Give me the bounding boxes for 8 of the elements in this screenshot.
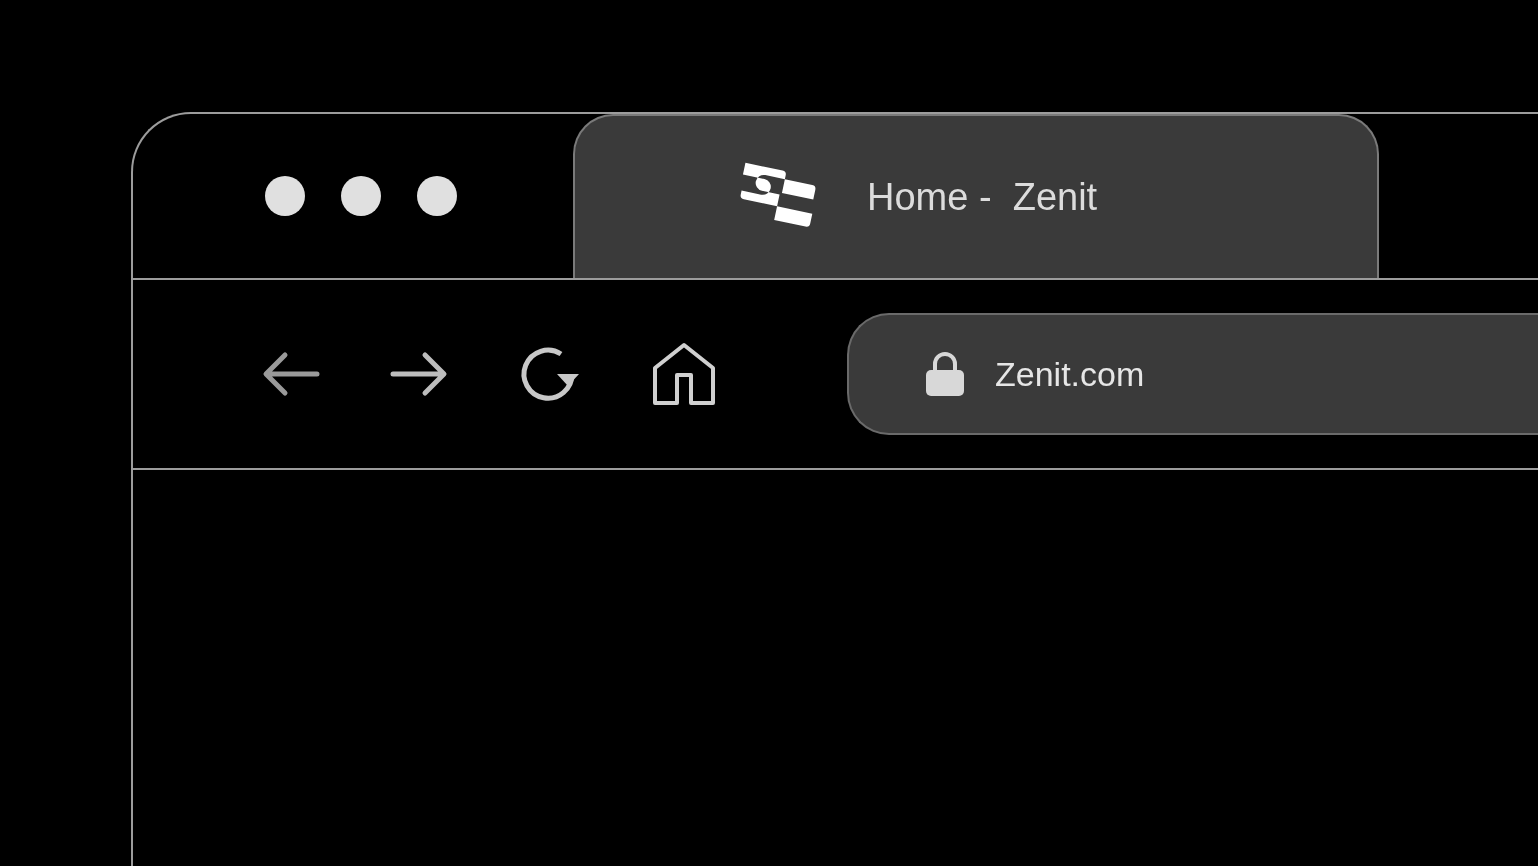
minimize-button[interactable] xyxy=(341,176,381,216)
close-button[interactable] xyxy=(265,176,305,216)
home-button[interactable] xyxy=(651,342,717,406)
forward-button[interactable] xyxy=(389,349,449,399)
back-button[interactable] xyxy=(261,349,321,399)
address-field[interactable]: Zenit.com xyxy=(847,313,1538,435)
browser-tab[interactable]: Home - Zenit xyxy=(573,114,1379,278)
maximize-button[interactable] xyxy=(417,176,457,216)
